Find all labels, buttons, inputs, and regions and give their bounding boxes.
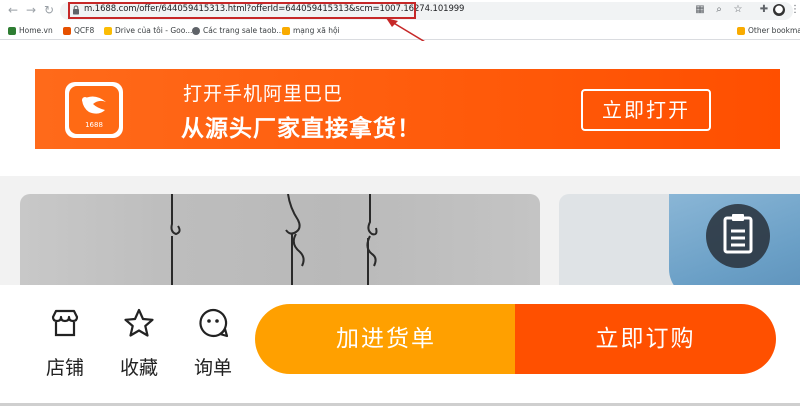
drive-icon <box>104 27 112 35</box>
hanger-hooks-illustration <box>170 194 378 299</box>
logo-badge: 1688 <box>69 86 119 134</box>
bookmark-label: mạng xã hội <box>293 26 340 35</box>
bookmark-qcf8[interactable]: QCF8 <box>63 25 94 37</box>
bookmark-label: Home.vn <box>19 26 53 35</box>
order-now-button[interactable]: 立即订购 <box>515 304 776 374</box>
menu-icon[interactable]: ⋮ <box>789 4 800 16</box>
app-download-banner[interactable]: 1688 打开手机阿里巴巴 从源头厂家直接拿货！ 立即打开 <box>35 69 780 149</box>
store-icon <box>51 309 79 337</box>
other-bookmarks[interactable]: Other bookmark <box>737 25 800 37</box>
inquiry-label: 询单 <box>193 357 232 379</box>
clipboard-button[interactable] <box>706 204 770 268</box>
other-bookmarks-label: Other bookmark <box>748 26 800 35</box>
banner-headline: 打开手机阿里巴巴 <box>183 83 344 105</box>
bookmark-drive[interactable]: Drive của tôi - Goo... <box>104 25 192 37</box>
url-highlight-box <box>68 2 416 19</box>
bookmark-label: Drive của tôi - Goo... <box>115 26 193 35</box>
globe-icon <box>192 27 200 35</box>
qr-code-icon[interactable]: ▦ <box>694 4 706 16</box>
bottom-action-bar: 店铺 收藏 询单 加进货单 立即订购 <box>0 285 800 406</box>
star-icon <box>124 308 154 337</box>
store-label: 店铺 <box>45 357 84 379</box>
avatar[interactable]: ● <box>773 4 785 16</box>
inquiry-button[interactable]: 询单 <box>188 307 238 379</box>
bookmark-home-vn[interactable]: Home.vn <box>8 25 53 37</box>
bookmarks-bar: Home.vn QCF8 Drive của tôi - Goo... Các … <box>0 22 800 40</box>
chat-icon <box>199 308 229 338</box>
favorite-label: 收藏 <box>119 357 158 379</box>
browser-toolbar: ← → ↻ m.1688.com/offer/644059415313.html… <box>0 0 800 22</box>
clipboard-icon <box>723 214 753 254</box>
extensions-icon[interactable]: ✚ <box>758 4 770 16</box>
logo-number: 1688 <box>85 121 103 129</box>
forward-icon[interactable]: → <box>24 3 38 17</box>
open-app-button[interactable]: 立即打开 <box>581 89 711 131</box>
folder-icon <box>737 27 745 35</box>
folder-icon <box>282 27 290 35</box>
product-photo-hangers[interactable] <box>20 194 540 299</box>
bookmark-favicon-icon <box>63 27 71 35</box>
back-icon[interactable]: ← <box>6 3 20 17</box>
bookmark-label: Các trang sale taob... <box>203 26 284 35</box>
bookmark-favicon-icon <box>8 27 16 35</box>
banner-subheadline: 从源头厂家直接拿货！ <box>181 116 421 142</box>
bookmark-star-icon[interactable]: ☆ <box>732 4 744 16</box>
app-logo: 1688 <box>65 82 123 138</box>
bookmark-mang-xa-hoi[interactable]: mạng xã hội <box>282 25 340 37</box>
zoom-icon[interactable]: ⌕ <box>713 4 725 16</box>
bookmark-label: QCF8 <box>74 26 95 35</box>
reload-icon[interactable]: ↻ <box>42 3 56 17</box>
add-to-purchase-list-button[interactable]: 加进货单 <box>255 304 517 374</box>
favorite-button[interactable]: 收藏 <box>114 307 164 379</box>
product-gallery[interactable] <box>0 176 800 299</box>
bookmark-sale-taobao[interactable]: Các trang sale taob... <box>192 25 283 37</box>
store-button[interactable]: 店铺 <box>40 307 90 379</box>
